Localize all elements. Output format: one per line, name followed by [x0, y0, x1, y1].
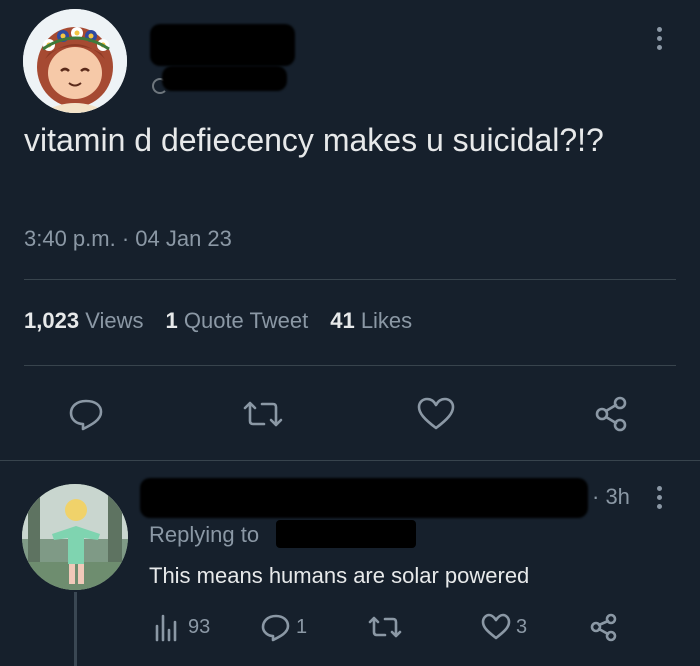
retweet-icon	[243, 401, 283, 427]
divider	[0, 460, 700, 461]
likes-stat[interactable]: 41 Likes	[330, 308, 412, 334]
likes-count: 41	[330, 308, 355, 333]
reply-reply-button[interactable]: 1	[260, 612, 307, 642]
author-handle-redacted	[162, 66, 287, 91]
reply-more-options-icon[interactable]	[652, 486, 666, 514]
quote-tweets-count: 1	[165, 308, 178, 333]
quote-tweets-stat[interactable]: 1 Quote Tweet	[165, 308, 308, 334]
reply-like-button[interactable]: 3	[480, 612, 527, 642]
tweet-stats: 1,023 Views 1 Quote Tweet 41 Likes	[24, 308, 412, 334]
views-label: Views	[85, 308, 144, 333]
reply-share-button[interactable]	[588, 612, 620, 642]
reply-views-button[interactable]: 93	[152, 612, 210, 642]
share-icon	[595, 396, 627, 432]
reply-retweet-button[interactable]	[367, 612, 403, 642]
likes-label: Likes	[360, 308, 413, 333]
more-options-icon[interactable]	[649, 27, 669, 57]
views-count: 1,023	[24, 308, 80, 333]
reply-author-redacted	[140, 478, 588, 518]
views-icon	[155, 614, 177, 642]
reply-text: This means humans are solar powered	[149, 563, 530, 588]
like-button[interactable]	[416, 394, 456, 434]
like-icon	[417, 397, 455, 430]
retweet-icon	[368, 616, 402, 638]
thread-line	[74, 592, 77, 666]
divider	[24, 279, 676, 280]
author-avatar[interactable]	[23, 9, 127, 113]
divider	[24, 365, 676, 366]
author-name-redacted	[150, 24, 295, 66]
reply-icon	[69, 399, 103, 431]
tweet-text: vitamin d defiecency makes u suicidal?!?	[24, 122, 604, 158]
reply-button[interactable]	[66, 394, 106, 434]
reply-replies-count: 1	[296, 615, 308, 638]
tweet-timestamp[interactable]: 3:40 p.m. · 04 Jan 23	[24, 226, 232, 252]
quote-tweets-label: Quote Tweet	[183, 308, 309, 333]
views-stat[interactable]: 1,023 Views	[24, 308, 143, 334]
reply-views-count: 93	[188, 615, 211, 638]
reply-author-avatar[interactable]	[22, 484, 128, 590]
replying-to-label: Replying to	[149, 522, 260, 547]
like-icon	[481, 613, 511, 640]
replying-to-handle-redacted	[276, 520, 416, 548]
reply-timestamp[interactable]: · 3h	[592, 484, 630, 510]
reply-likes-count: 3	[516, 615, 528, 638]
share-icon	[590, 613, 617, 642]
reply-icon	[261, 614, 290, 642]
retweet-button[interactable]	[241, 394, 285, 434]
share-button[interactable]	[592, 394, 632, 434]
